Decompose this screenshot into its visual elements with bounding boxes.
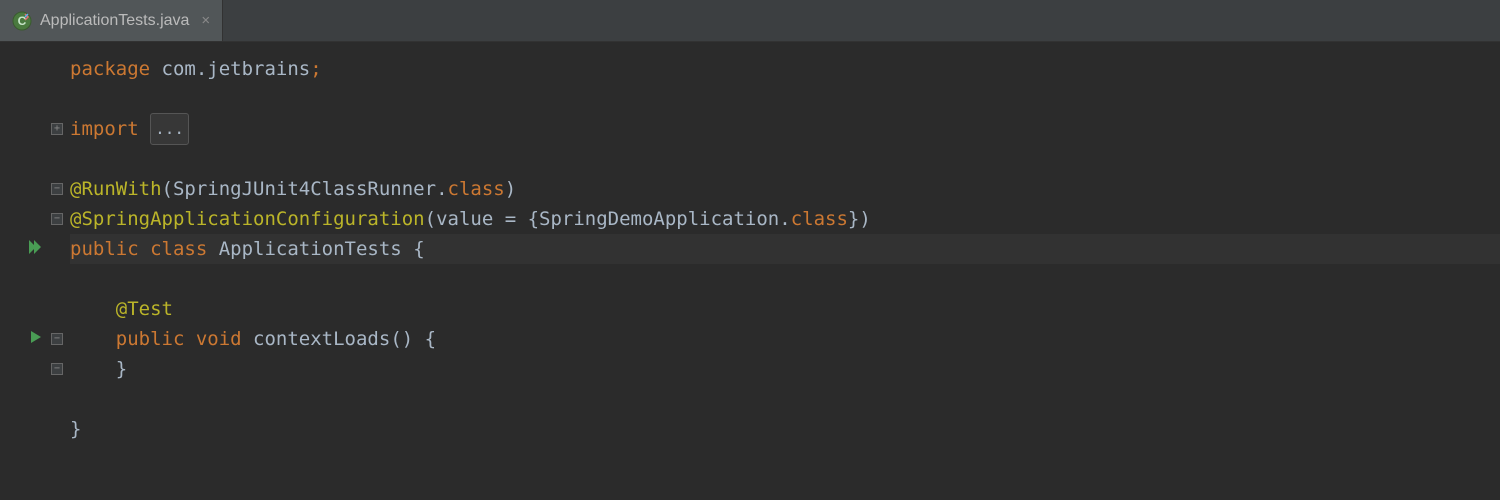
run-test-class-icon[interactable] — [26, 238, 44, 261]
close-icon[interactable]: × — [197, 12, 210, 29]
fold-collapse-icon[interactable] — [51, 333, 63, 345]
keyword-class: class — [791, 204, 848, 234]
code-line-current[interactable]: public class ApplicationTests { — [70, 234, 1500, 264]
code-line-empty[interactable] — [70, 84, 1500, 114]
fold-collapse-icon[interactable] — [51, 363, 63, 375]
gutter-icons — [0, 54, 48, 500]
annotation: @RunWith — [70, 174, 162, 204]
paren-open: ( — [425, 204, 436, 234]
parens-brace: () { — [390, 324, 436, 354]
annotation: @Test — [116, 294, 173, 324]
param: value = { — [436, 204, 539, 234]
keyword-import: import — [70, 114, 150, 144]
keyword-public-void: public void — [116, 324, 253, 354]
class-name: ApplicationTests — [219, 234, 413, 264]
code-line[interactable]: @RunWith(SpringJUnit4ClassRunner.class) — [70, 174, 1500, 204]
fold-collapse-icon[interactable] — [51, 213, 63, 225]
class-ref: SpringDemoApplication — [539, 204, 779, 234]
code-line-empty[interactable] — [70, 144, 1500, 174]
java-class-icon: C — [12, 11, 32, 31]
code-line[interactable]: import ... — [70, 114, 1500, 144]
brace-close: } — [116, 354, 127, 384]
keyword-class: class — [448, 174, 505, 204]
indent — [70, 324, 116, 354]
code-line-empty[interactable] — [70, 264, 1500, 294]
code-line[interactable]: package com.jetbrains; — [70, 54, 1500, 84]
fold-expand-icon[interactable] — [51, 123, 63, 135]
paren-close: }) — [848, 204, 871, 234]
tab-filename: ApplicationTests.java — [40, 12, 189, 30]
indent — [70, 294, 116, 324]
brace-open: { — [413, 234, 424, 264]
semicolon: ; — [310, 54, 321, 84]
dot: . — [779, 204, 790, 234]
keyword-public-class: public class — [70, 234, 219, 264]
tab-bar: C ApplicationTests.java × — [0, 0, 1500, 42]
code-line[interactable]: @SpringApplicationConfiguration(value = … — [70, 204, 1500, 234]
paren-close: ) — [505, 174, 516, 204]
folded-imports[interactable]: ... — [150, 113, 189, 145]
gutter-fold — [48, 54, 66, 500]
file-tab[interactable]: C ApplicationTests.java × — [0, 0, 223, 41]
annotation: @SpringApplicationConfiguration — [70, 204, 425, 234]
code-line[interactable]: } — [70, 354, 1500, 384]
run-test-method-icon[interactable] — [28, 328, 44, 350]
keyword-package: package — [70, 54, 162, 84]
dot: . — [436, 174, 447, 204]
code-area[interactable]: package com.jetbrains; import ... @RunWi… — [66, 54, 1500, 500]
code-line-empty[interactable] — [70, 384, 1500, 414]
code-line[interactable]: } — [70, 414, 1500, 444]
code-line[interactable]: @Test — [70, 294, 1500, 324]
editor-area: package com.jetbrains; import ... @RunWi… — [0, 42, 1500, 500]
code-line[interactable]: public void contextLoads() { — [70, 324, 1500, 354]
indent — [70, 354, 116, 384]
method-name: contextLoads — [253, 324, 390, 354]
package-name: com.jetbrains — [162, 54, 311, 84]
brace-close: } — [70, 414, 81, 444]
class-ref: SpringJUnit4ClassRunner — [173, 174, 436, 204]
fold-collapse-icon[interactable] — [51, 183, 63, 195]
paren-open: ( — [162, 174, 173, 204]
